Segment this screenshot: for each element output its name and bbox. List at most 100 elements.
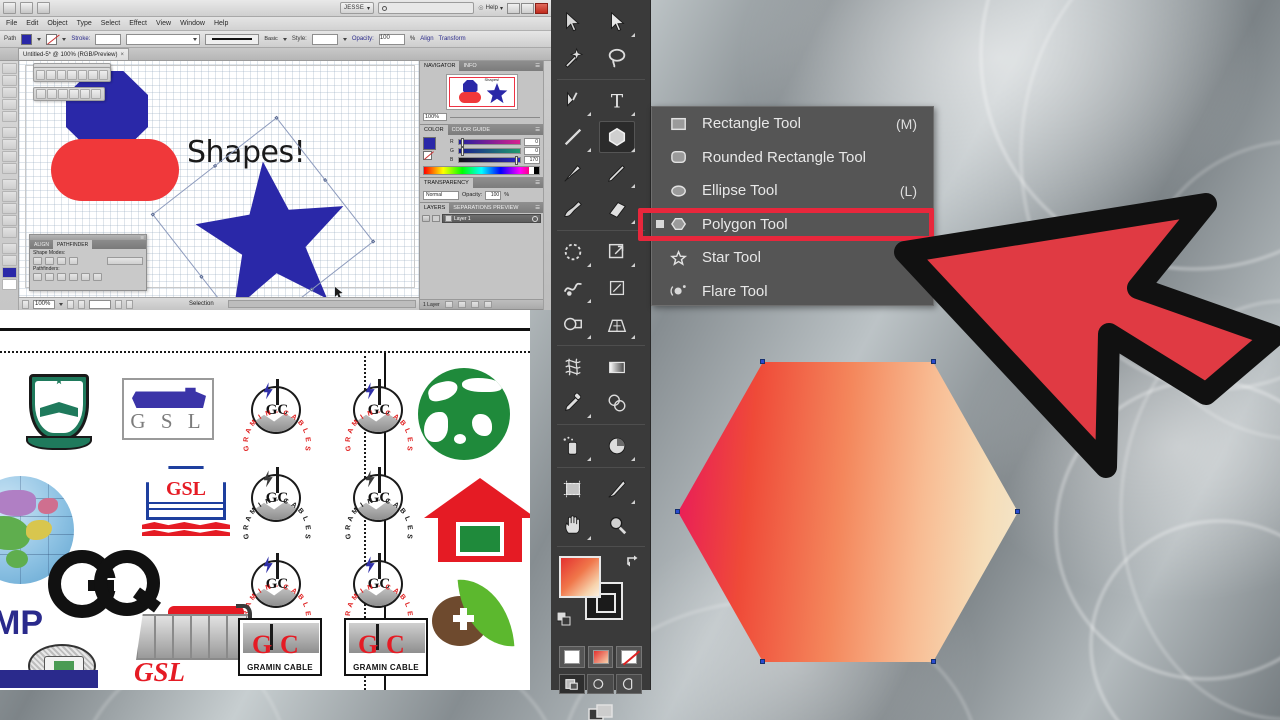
width-tool[interactable] [551,270,595,306]
shape-tool-mini[interactable] [1,139,17,150]
pencil-tool[interactable] [595,155,639,191]
menu-item-help[interactable]: Help [214,20,228,27]
navigator-zoom-value[interactable]: 100% [423,112,447,121]
channel-slider-g[interactable] [458,146,521,156]
draw-inside-button[interactable] [615,674,642,694]
stroke-color-swatch[interactable] [46,33,58,45]
fill-swatch-mini[interactable] [1,267,17,278]
flyout-item-rounded-rectangle-tool[interactable]: Rounded Rectangle Tool [652,141,933,175]
bbox-handle[interactable] [212,163,218,168]
tool-button[interactable] [58,89,68,99]
transform-button[interactable]: Transform [439,36,466,42]
expand-button[interactable] [107,257,143,265]
type-tool-mini[interactable] [1,111,17,122]
menu-item-effect[interactable]: Effect [129,20,147,27]
rotate-tool-mini[interactable] [1,179,17,190]
horizontal-scrollbar[interactable] [227,300,416,308]
selection-tool-mini[interactable] [1,63,17,74]
close-button[interactable] [535,2,548,14]
eraser-tool[interactable] [595,191,639,227]
magic-wand-tool[interactable] [551,40,595,76]
workspace-switcher[interactable]: JESSE ▾ [340,2,375,14]
zoom-preset-button[interactable] [22,299,29,309]
shape-builder-tool[interactable] [551,306,595,342]
menu-item-object[interactable]: Object [47,20,67,27]
stroke-weight-input[interactable] [95,33,122,45]
tab-align[interactable]: ALIGN [30,240,53,249]
chevron-down-icon[interactable] [62,37,67,41]
chevron-down-icon[interactable] [37,37,42,41]
shape-button[interactable] [46,69,56,80]
magic-wand-tool-mini[interactable] [1,87,17,98]
style-select[interactable] [311,33,338,45]
close-icon[interactable]: × [120,52,124,58]
eye-icon[interactable] [422,215,430,222]
help-button[interactable]: ☉ Help ▾ [478,5,503,12]
eyedropper-tool[interactable] [551,385,595,421]
minimize-button[interactable] [507,2,520,14]
next-artboard-button[interactable] [115,299,122,309]
trim-icon[interactable] [45,273,54,281]
layers-list-area[interactable] [420,224,543,299]
divide-icon[interactable] [33,273,42,281]
type-tool[interactable]: T [595,83,639,119]
tool-button[interactable] [69,89,79,99]
tool-button[interactable] [36,89,46,99]
menu-item-select[interactable]: Select [101,20,120,27]
navigator-zoom-slider[interactable] [450,113,540,121]
flyout-indicator[interactable] [587,263,591,267]
paintbrush-tool[interactable] [551,155,595,191]
panel-menu-icon[interactable]: ☰ [535,61,543,71]
channel-value-g[interactable]: 0 [524,146,540,155]
arrange-documents-icon[interactable] [37,2,50,14]
menu-item-view[interactable]: View [156,20,171,27]
selection-tool[interactable] [551,4,595,40]
line-tool-mini[interactable] [1,127,17,138]
transparency-panel[interactable]: TRANSPARENCY ☰ Normal Opacity: 100 % [420,178,543,203]
anchor-point[interactable] [760,659,765,664]
panel-menu-icon[interactable]: ☰ [535,203,543,213]
last-artboard-button[interactable] [126,299,133,309]
layers-panel[interactable]: LAYERS SEPARATIONS PREVIEW ☰ Layer 1 1 L… [420,203,543,310]
flyout-indicator[interactable] [587,335,591,339]
anchor-point[interactable] [931,659,936,664]
pathfinder-panel[interactable]: ☰ ALIGN PATHFINDER Shape Modes: Pathfind… [29,234,147,291]
document-tab[interactable]: Untitled-5* @ 100% (RGB/Preview) × [18,48,129,60]
crop-icon[interactable] [69,273,78,281]
flyout-indicator[interactable] [587,457,591,461]
tab-separations-preview[interactable]: SEPARATIONS PREVIEW [449,203,522,213]
delete-layer-icon[interactable] [483,301,492,308]
color-fill-swatch[interactable] [423,137,436,150]
panel-menu-icon[interactable]: ☰ [140,235,144,240]
scale-tool-mini[interactable] [1,191,17,202]
flyout-indicator[interactable] [587,299,591,303]
bbox-handle[interactable] [274,115,279,120]
lasso-tool[interactable] [595,40,639,76]
chevron-down-icon[interactable] [282,37,287,41]
perspective-grid-tool[interactable] [595,306,639,342]
maximize-button[interactable] [521,2,534,14]
eyedropper-tool-mini[interactable] [1,227,17,238]
shape-button[interactable] [88,69,98,80]
opacity-input[interactable]: 100 [378,33,405,45]
zoom-tool[interactable] [595,507,639,543]
bbox-handle[interactable] [323,177,328,183]
tab-color-guide[interactable]: COLOR GUIDE [448,125,495,135]
hand-tool[interactable] [551,507,595,543]
direct-selection-tool[interactable] [595,4,639,40]
draw-behind-button[interactable] [587,674,614,694]
color-panel[interactable]: COLOR COLOR GUIDE ☰ R 0 G 0 B 170 [420,125,543,178]
hand-tool-mini[interactable] [1,243,17,254]
first-artboard-button[interactable] [67,299,74,309]
direct-selection-tool-mini[interactable] [1,75,17,86]
stroke-swatch-mini[interactable] [1,279,17,290]
tab-info[interactable]: INFO [459,61,480,71]
flyout-indicator[interactable] [631,500,635,504]
default-fill-stroke-icon[interactable] [557,612,571,626]
new-sublayer-icon[interactable] [457,301,466,308]
stroke-preview[interactable] [205,33,260,45]
slice-tool[interactable] [595,471,639,507]
layer-item[interactable]: Layer 1 [442,214,541,223]
tool-status-label[interactable]: Selection [189,301,214,307]
anchor-point[interactable] [760,359,765,364]
